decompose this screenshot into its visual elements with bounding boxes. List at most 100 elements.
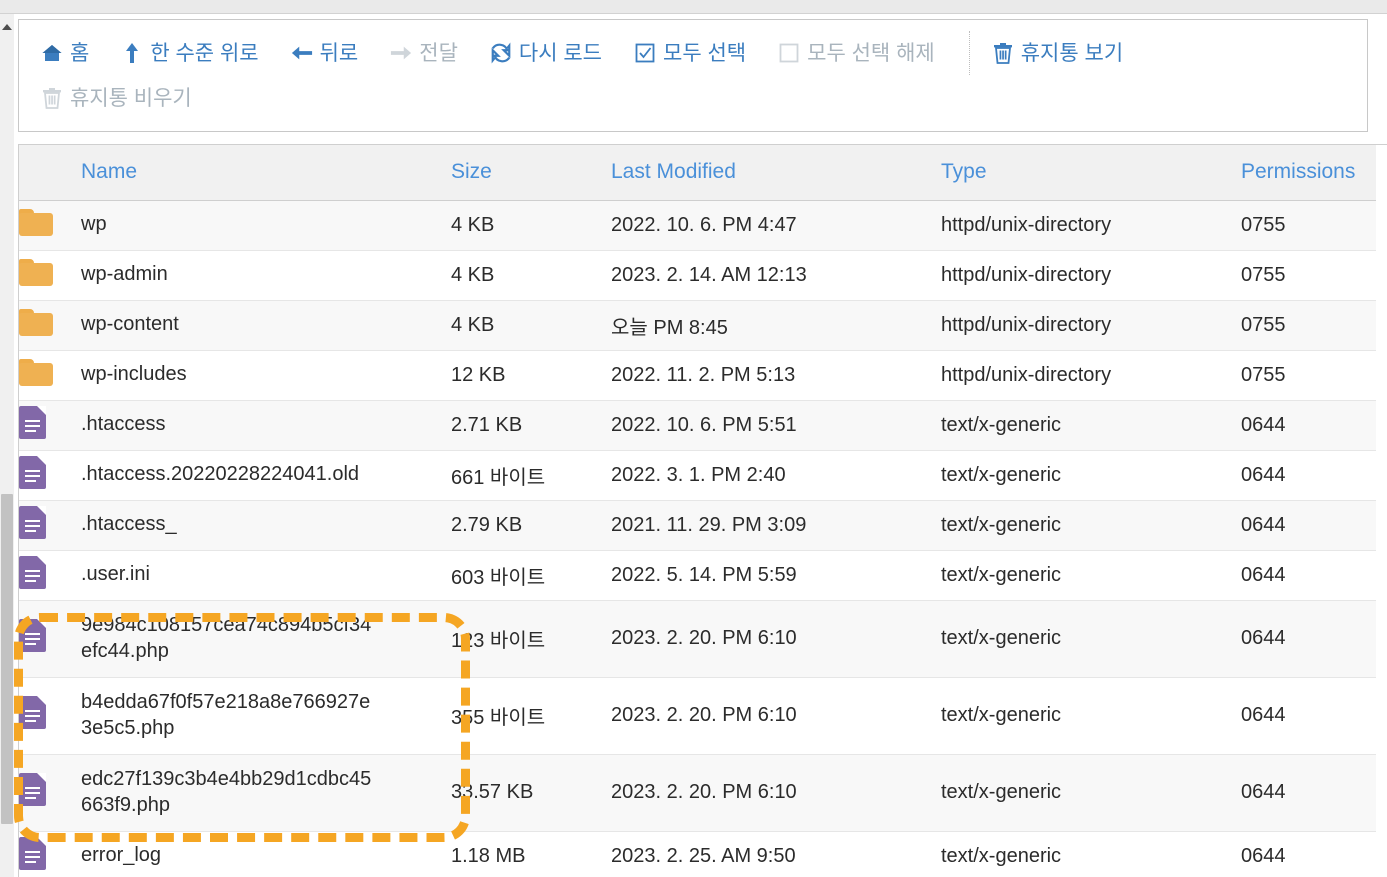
- file-name-cell[interactable]: .user.ini: [81, 550, 451, 600]
- file-size-cell: 12 KB: [451, 350, 611, 400]
- file-type-cell: text/x-generic: [941, 550, 1241, 600]
- column-header-permissions[interactable]: Permissions: [1241, 145, 1376, 200]
- folder-icon: [19, 250, 81, 300]
- file-type-cell: httpd/unix-directory: [941, 250, 1241, 300]
- file-size-cell: 355 바이트: [451, 677, 611, 754]
- file-type-cell: text/x-generic: [941, 450, 1241, 500]
- toolbar-button-reload-label: 다시 로드: [519, 43, 602, 64]
- file-icon: [19, 450, 81, 500]
- table-row[interactable]: 9e984c108157cea74c894b5cf34efc44.php123 …: [19, 600, 1376, 677]
- file-modified-cell: 2023. 2. 25. AM 9:50: [611, 831, 941, 877]
- file-permissions-cell: 0644: [1241, 400, 1376, 450]
- file-modified-cell: 2022. 10. 6. PM 5:51: [611, 400, 941, 450]
- file-modified-cell: 2022. 11. 2. PM 5:13: [611, 350, 941, 400]
- file-icon: [19, 677, 81, 754]
- toolbar-button-up-one-level[interactable]: 한 수준 위로: [121, 42, 258, 64]
- table-row[interactable]: wp4 KB2022. 10. 6. PM 4:47httpd/unix-dir…: [19, 200, 1376, 250]
- file-icon: [19, 831, 81, 877]
- file-name-cell[interactable]: wp-admin: [81, 250, 451, 300]
- table-row[interactable]: wp-content4 KB오늘 PM 8:45httpd/unix-direc…: [19, 300, 1376, 350]
- file-type-cell: text/x-generic: [941, 754, 1241, 831]
- file-modified-cell: 2022. 3. 1. PM 2:40: [611, 450, 941, 500]
- table-row[interactable]: error_log1.18 MB2023. 2. 25. AM 9:50text…: [19, 831, 1376, 877]
- toolbar-button-home[interactable]: 홈: [41, 42, 89, 64]
- file-permissions-cell: 0644: [1241, 600, 1376, 677]
- file-size-cell: 4 KB: [451, 250, 611, 300]
- column-header-last-modified[interactable]: Last Modified: [611, 145, 941, 200]
- file-manager-page: 홈 한 수준 위로 뒤로: [0, 0, 1387, 877]
- file-type-cell: httpd/unix-directory: [941, 300, 1241, 350]
- folder-icon: [19, 200, 81, 250]
- toolbar-row-secondary: 휴지통 비우기: [19, 76, 1367, 120]
- left-scrollbar-thumb[interactable]: [1, 494, 13, 824]
- file-name-cell[interactable]: 9e984c108157cea74c894b5cf34efc44.php: [81, 600, 451, 677]
- file-name-cell[interactable]: .htaccess.20220228224041.old: [81, 450, 451, 500]
- column-header-name[interactable]: Name: [81, 145, 451, 200]
- file-permissions-cell: 0755: [1241, 200, 1376, 250]
- table-row[interactable]: .htaccess_2.79 KB2021. 11. 29. PM 3:09te…: [19, 500, 1376, 550]
- file-permissions-cell: 0755: [1241, 250, 1376, 300]
- file-type-cell: text/x-generic: [941, 831, 1241, 877]
- left-scrollbar[interactable]: [0, 14, 14, 877]
- file-type-cell: text/x-generic: [941, 677, 1241, 754]
- file-icon: [19, 550, 81, 600]
- toolbar-button-forward[interactable]: 전달: [390, 42, 458, 64]
- file-permissions-cell: 0755: [1241, 300, 1376, 350]
- toolbar-button-reload[interactable]: 다시 로드: [490, 42, 602, 64]
- checkbox-checked-icon: [634, 42, 656, 64]
- toolbar-button-select-all[interactable]: 모두 선택: [634, 42, 746, 64]
- folder-icon: [19, 350, 81, 400]
- arrow-up-icon: [121, 42, 143, 64]
- file-name-cell[interactable]: .htaccess_: [81, 500, 451, 550]
- trash-icon: [41, 87, 63, 109]
- table-row[interactable]: edc27f139c3b4e4bb29d1cdbc45663f9.php33.5…: [19, 754, 1376, 831]
- toolbar-button-empty-trash[interactable]: 휴지통 비우기: [41, 87, 192, 109]
- file-permissions-cell: 0644: [1241, 500, 1376, 550]
- table-row[interactable]: wp-admin4 KB2023. 2. 14. AM 12:13httpd/u…: [19, 250, 1376, 300]
- toolbar-button-view-trash-label: 휴지통 보기: [1021, 43, 1123, 64]
- table-row[interactable]: b4edda67f0f57e218a8e766927e3e5c5.php355 …: [19, 677, 1376, 754]
- table-row[interactable]: .htaccess2.71 KB2022. 10. 6. PM 5:51text…: [19, 400, 1376, 450]
- file-modified-cell: 2023. 2. 20. PM 6:10: [611, 754, 941, 831]
- column-header-size[interactable]: Size: [451, 145, 611, 200]
- file-list-table: Name Size Last Modified Type Permissions…: [19, 145, 1376, 877]
- table-header-row: Name Size Last Modified Type Permissions: [19, 145, 1376, 200]
- file-icon: [19, 600, 81, 677]
- file-name-cell[interactable]: edc27f139c3b4e4bb29d1cdbc45663f9.php: [81, 754, 451, 831]
- file-name-cell[interactable]: error_log: [81, 831, 451, 877]
- toolbar: 홈 한 수준 위로 뒤로: [18, 19, 1368, 132]
- file-size-cell: 4 KB: [451, 200, 611, 250]
- scroll-up-arrow-icon[interactable]: [2, 24, 12, 30]
- toolbar-button-view-trash[interactable]: 휴지통 보기: [992, 42, 1123, 64]
- toolbar-row-primary: 홈 한 수준 위로 뒤로: [19, 30, 1367, 76]
- file-name-cell[interactable]: b4edda67f0f57e218a8e766927e3e5c5.php: [81, 677, 451, 754]
- file-list-body: wp4 KB2022. 10. 6. PM 4:47httpd/unix-dir…: [19, 200, 1376, 877]
- file-type-cell: httpd/unix-directory: [941, 350, 1241, 400]
- column-header-type[interactable]: Type: [941, 145, 1241, 200]
- toolbar-button-back-label: 뒤로: [320, 43, 359, 64]
- folder-icon: [19, 300, 81, 350]
- file-size-cell: 2.79 KB: [451, 500, 611, 550]
- toolbar-button-deselect-all[interactable]: 모두 선택 해제: [778, 42, 935, 64]
- file-name-cell[interactable]: .htaccess: [81, 400, 451, 450]
- file-name-cell[interactable]: wp-includes: [81, 350, 451, 400]
- file-permissions-cell: 0644: [1241, 831, 1376, 877]
- toolbar-button-forward-label: 전달: [419, 43, 458, 64]
- file-name-cell[interactable]: wp: [81, 200, 451, 250]
- file-permissions-cell: 0644: [1241, 450, 1376, 500]
- trash-icon: [992, 42, 1014, 64]
- file-modified-cell: 2023. 2. 14. AM 12:13: [611, 250, 941, 300]
- file-permissions-cell: 0644: [1241, 550, 1376, 600]
- file-size-cell: 1.18 MB: [451, 831, 611, 877]
- file-modified-cell: 2021. 11. 29. PM 3:09: [611, 500, 941, 550]
- table-row[interactable]: wp-includes12 KB2022. 11. 2. PM 5:13http…: [19, 350, 1376, 400]
- table-row[interactable]: .user.ini603 바이트2022. 5. 14. PM 5:59text…: [19, 550, 1376, 600]
- toolbar-button-deselect-all-label: 모두 선택 해제: [807, 43, 935, 64]
- reload-icon: [490, 42, 512, 64]
- table-row[interactable]: .htaccess.20220228224041.old661 바이트2022.…: [19, 450, 1376, 500]
- file-modified-cell: 2023. 2. 20. PM 6:10: [611, 677, 941, 754]
- toolbar-button-select-all-label: 모두 선택: [663, 43, 746, 64]
- toolbar-button-empty-trash-label: 휴지통 비우기: [70, 88, 192, 109]
- file-name-cell[interactable]: wp-content: [81, 300, 451, 350]
- toolbar-button-back[interactable]: 뒤로: [291, 42, 359, 64]
